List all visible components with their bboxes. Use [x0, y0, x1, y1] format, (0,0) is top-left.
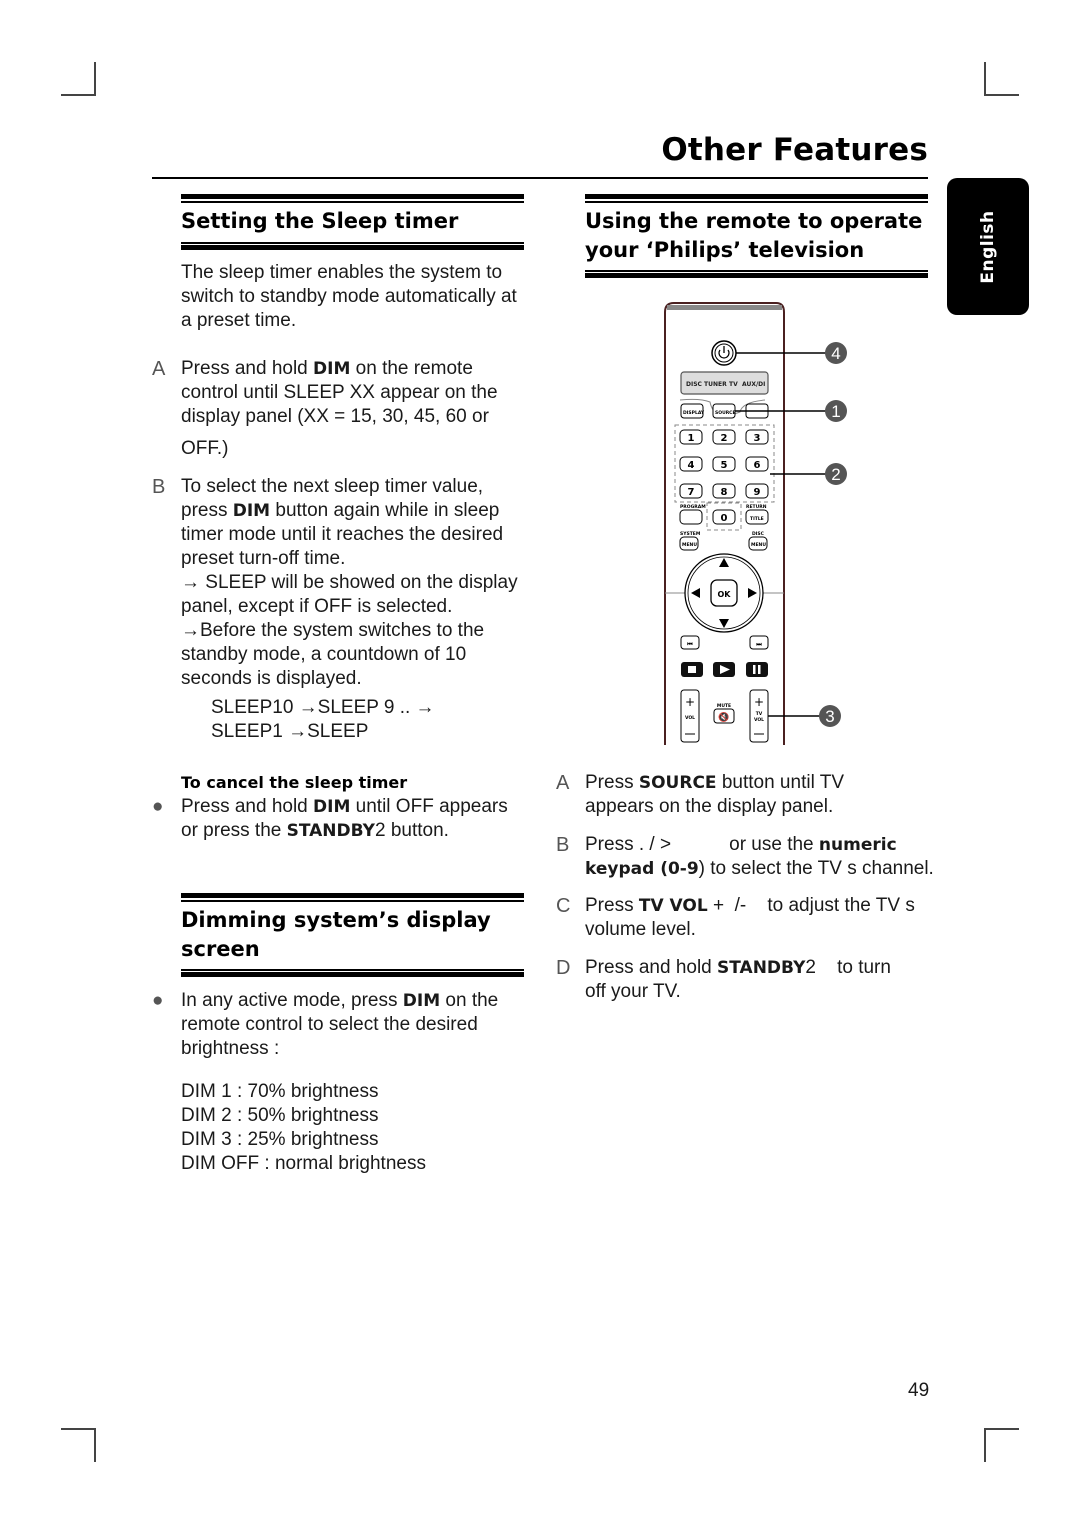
stop-icon — [688, 666, 696, 673]
source-button: SOURCE — [715, 410, 736, 416]
section-rule-bottom — [585, 270, 928, 279]
page-number: 49 — [908, 1380, 930, 1401]
section-rule-top — [585, 194, 928, 203]
key-9: 9 — [754, 487, 761, 498]
display-button: DISPLAY — [683, 410, 705, 416]
pause-button — [746, 662, 768, 677]
key-0: 0 — [721, 513, 728, 524]
key-6: 6 — [754, 460, 761, 471]
dim-level-item: DIM 1 : 70% brightness — [181, 1081, 379, 1102]
display-label-tv: TV — [729, 381, 738, 388]
dim-levels: DIM 1 : 70% brightness DIM 2 : 50% brigh… — [181, 1080, 426, 1176]
disc-label: DISC — [752, 531, 765, 537]
svg-text:3: 3 — [825, 707, 834, 726]
ok-button: OK — [718, 590, 732, 599]
section-rule-top — [181, 893, 524, 902]
svg-text:+: + — [754, 695, 764, 709]
crop-mark-top-left-v — [94, 62, 96, 96]
step-letter: B — [152, 476, 166, 498]
section-title-sleep: Setting the Sleep timer — [181, 209, 459, 233]
crop-mark-top-right-v — [984, 62, 986, 96]
sleep-countdown: SLEEP10 →SLEEP 9 .. → SLEEP1 →SLEEP — [211, 697, 435, 742]
step-letter: B — [556, 834, 570, 856]
cancel-subheading: To cancel the sleep timer — [181, 773, 408, 792]
system-menu-button: MENU — [682, 542, 697, 548]
dim-level-item: DIM 2 : 50% brightness — [181, 1105, 379, 1126]
step-letter: A — [152, 358, 166, 380]
svg-text:+: + — [685, 695, 695, 709]
step-letter: D — [556, 957, 571, 979]
crop-mark-bottom-left-h — [61, 1428, 96, 1430]
dim-level-item: DIM 3 : 25% brightness — [181, 1129, 379, 1150]
remote-control-illustration: DISC TUNER TV AUX/DI DISPLAY SOURCE 1 2 … — [664, 302, 847, 745]
svg-text:2: 2 — [831, 465, 840, 484]
key-5: 5 — [721, 460, 728, 471]
sleep-intro: The sleep timer enables the system to sw… — [181, 262, 517, 331]
key-2: 2 — [721, 433, 728, 444]
system-label: SYSTEM — [680, 531, 701, 537]
crop-mark-bottom-right-v — [984, 1428, 986, 1462]
dim-level-item: DIM OFF : normal brightness — [181, 1153, 426, 1174]
crop-mark-top-left-h — [61, 94, 96, 96]
disc-menu-button: MENU — [751, 542, 766, 548]
section-title-dimming: Dimming system’s display screen — [181, 908, 491, 961]
key-4: 4 — [688, 460, 695, 471]
language-tab: English — [947, 178, 1029, 315]
page-title: Other Features — [661, 132, 928, 168]
tv-label: TV — [756, 711, 763, 717]
display-label-tuner: TUNER — [704, 381, 727, 388]
bullet-icon: ● — [152, 796, 164, 817]
svg-text:4: 4 — [831, 344, 840, 363]
mute-icon: 🔇 — [718, 711, 729, 723]
crop-mark-bottom-left-v — [94, 1428, 96, 1462]
section-title-tv: Using the remote to operate your ‘Philip… — [585, 209, 923, 262]
mute-label: MUTE — [717, 703, 731, 709]
key-7: 7 — [688, 487, 695, 498]
next-icon: ⏭ — [756, 641, 762, 648]
bullet-icon: ● — [152, 990, 164, 1011]
step-letter: C — [556, 895, 571, 917]
key-3: 3 — [754, 433, 761, 444]
program-label: PROGRAM — [680, 504, 706, 510]
key-1: 1 — [688, 433, 695, 444]
display-label-aux: AUX/DI — [742, 381, 765, 388]
crop-mark-top-right-h — [984, 94, 1019, 96]
title-rule — [152, 177, 928, 179]
section-rule-top — [181, 194, 524, 203]
section-rule-bottom — [181, 969, 524, 978]
power-button — [711, 340, 737, 366]
tv-vol-label: VOL — [754, 717, 764, 723]
previous-icon: ⏮ — [687, 641, 693, 648]
pause-icon — [753, 665, 756, 674]
display-label-disc: DISC — [686, 381, 703, 388]
svg-text:1: 1 — [831, 402, 840, 421]
key-8: 8 — [721, 487, 728, 498]
step-letter: A — [556, 772, 570, 794]
section-rule-bottom — [181, 242, 524, 251]
language-label: English — [978, 209, 998, 284]
title-button: TITLE — [750, 516, 764, 522]
return-label: RETURN — [746, 504, 767, 510]
crop-mark-bottom-right-h — [984, 1428, 1019, 1430]
vol-label: VOL — [685, 715, 695, 721]
